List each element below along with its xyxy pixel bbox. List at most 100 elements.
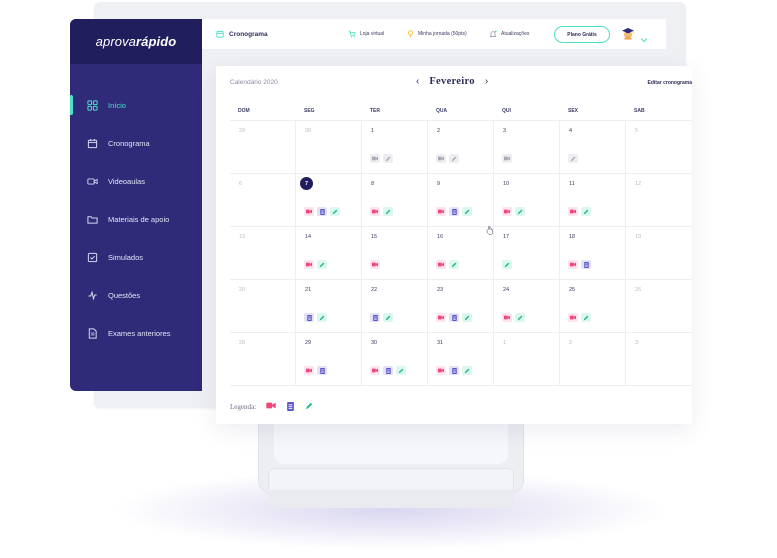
exercise-pencil-icon[interactable] <box>462 313 472 322</box>
calendar-day[interactable]: 11 <box>560 174 626 226</box>
exercise-pencil-icon[interactable] <box>502 260 512 269</box>
video-lesson-icon[interactable] <box>568 207 578 216</box>
calendar-day[interactable]: 9 <box>428 174 494 226</box>
weekday-label: SEX <box>568 108 579 114</box>
study-material-icon[interactable] <box>304 313 314 322</box>
calendar-day[interactable]: 2 <box>428 121 494 173</box>
calendar-day[interactable]: 4 <box>560 121 626 173</box>
exercise-pencil-icon[interactable] <box>383 313 393 322</box>
exercise-pencil-icon[interactable] <box>383 154 393 163</box>
journey-link[interactable]: Minha jornada (50pts) <box>407 30 467 38</box>
exercise-pencil-icon[interactable] <box>515 313 525 322</box>
calendar-day[interactable]: 16 <box>428 227 494 279</box>
avatar[interactable] <box>621 27 635 41</box>
legend-exercise-icon <box>305 402 313 411</box>
exercise-pencil-icon[interactable] <box>462 207 472 216</box>
next-month-button[interactable]: › <box>485 76 488 87</box>
sidebar-item-folder[interactable]: Materiais de apoio <box>70 200 202 238</box>
study-material-icon[interactable] <box>581 260 591 269</box>
study-material-icon[interactable] <box>370 313 380 322</box>
calendar-day[interactable]: 1 <box>362 121 428 173</box>
calendar-day[interactable]: 1 <box>494 333 560 385</box>
edit-schedule-link[interactable]: Editar cronograma <box>648 80 692 86</box>
calendar-day[interactable]: 19 <box>626 227 692 279</box>
calendar-day[interactable]: 24 <box>494 280 560 332</box>
exercise-pencil-icon[interactable] <box>317 313 327 322</box>
exercise-pencil-icon[interactable] <box>515 207 525 216</box>
video-lesson-icon[interactable] <box>370 154 380 163</box>
exercise-pencil-icon[interactable] <box>581 207 591 216</box>
video-lesson-icon[interactable] <box>436 313 446 322</box>
calendar-day[interactable]: 8 <box>362 174 428 226</box>
calendar-day[interactable]: 12 <box>626 174 692 226</box>
calendar-day[interactable]: 30 <box>362 333 428 385</box>
exercise-pencil-icon[interactable] <box>317 260 327 269</box>
sidebar-item-grid[interactable]: Início <box>70 86 202 124</box>
prev-month-button[interactable]: ‹ <box>416 76 419 87</box>
calendar-day[interactable]: 18 <box>560 227 626 279</box>
study-material-icon[interactable] <box>449 313 459 322</box>
calendar-day[interactable]: 22 <box>362 280 428 332</box>
exercise-pencil-icon[interactable] <box>330 207 340 216</box>
calendar-day[interactable]: 31 <box>428 333 494 385</box>
study-material-icon[interactable] <box>383 366 393 375</box>
video-lesson-icon[interactable] <box>568 260 578 269</box>
study-material-icon[interactable] <box>317 366 327 375</box>
calendar-day[interactable]: 29 <box>230 121 296 173</box>
day-number: 10 <box>503 181 510 187</box>
video-lesson-icon[interactable] <box>436 260 446 269</box>
sidebar-item-document[interactable]: Exames anteriores <box>70 314 202 352</box>
chevron-down-icon[interactable] <box>640 30 648 48</box>
store-link[interactable]: Loja virtual <box>348 30 384 38</box>
sidebar-item-checkbox[interactable]: Simulados <box>70 238 202 276</box>
calendar-day[interactable]: 23 <box>428 280 494 332</box>
exercise-pencil-icon[interactable] <box>462 366 472 375</box>
video-lesson-icon[interactable] <box>370 207 380 216</box>
video-lesson-icon[interactable] <box>436 366 446 375</box>
video-lesson-icon[interactable] <box>502 154 512 163</box>
logo[interactable]: aprovarápido <box>96 34 177 49</box>
calendar-day[interactable]: 25 <box>560 280 626 332</box>
calendar-day[interactable]: 10 <box>494 174 560 226</box>
exercise-pencil-icon[interactable] <box>396 366 406 375</box>
free-plan-button[interactable]: Plano Grátis <box>554 26 610 43</box>
exercise-pencil-icon[interactable] <box>449 154 459 163</box>
study-material-icon[interactable] <box>317 207 327 216</box>
calendar-day[interactable]: 29 <box>296 333 362 385</box>
video-lesson-icon[interactable] <box>502 313 512 322</box>
sidebar-item-video[interactable]: Videoaulas <box>70 162 202 200</box>
calendar-day[interactable]: 2 <box>560 333 626 385</box>
exercise-pencil-icon[interactable] <box>449 260 459 269</box>
video-lesson-icon[interactable] <box>370 366 380 375</box>
calendar-day[interactable]: 6 <box>230 174 296 226</box>
video-lesson-icon[interactable] <box>304 260 314 269</box>
calendar-day[interactable]: 17 <box>494 227 560 279</box>
video-lesson-icon[interactable] <box>436 207 446 216</box>
exercise-pencil-icon[interactable] <box>568 154 578 163</box>
calendar-day[interactable]: 21 <box>296 280 362 332</box>
calendar-day[interactable]: 13 <box>230 227 296 279</box>
calendar-day[interactable]: 3 <box>494 121 560 173</box>
video-lesson-icon[interactable] <box>436 154 446 163</box>
video-lesson-icon[interactable] <box>304 207 314 216</box>
calendar-day[interactable]: 28 <box>230 333 296 385</box>
video-lesson-icon[interactable] <box>502 207 512 216</box>
calendar-day[interactable]: 26 <box>626 280 692 332</box>
video-lesson-icon[interactable] <box>304 366 314 375</box>
sidebar-item-calendar[interactable]: Cronograma <box>70 124 202 162</box>
study-material-icon[interactable] <box>449 207 459 216</box>
calendar-day[interactable]: 3 <box>626 333 692 385</box>
calendar-day[interactable]: 14 <box>296 227 362 279</box>
study-material-icon[interactable] <box>449 366 459 375</box>
video-lesson-icon[interactable] <box>370 260 380 269</box>
sidebar-item-bolt[interactable]: Questões <box>70 276 202 314</box>
calendar-day[interactable]: 5 <box>626 121 692 173</box>
calendar-day[interactable]: 15 <box>362 227 428 279</box>
exercise-pencil-icon[interactable] <box>383 207 393 216</box>
calendar-day[interactable]: 20 <box>230 280 296 332</box>
calendar-day[interactable]: 30 <box>296 121 362 173</box>
calendar-day-today[interactable]: 7 <box>296 174 362 226</box>
updates-link[interactable]: Atualizações <box>489 30 529 38</box>
exercise-pencil-icon[interactable] <box>581 313 591 322</box>
video-lesson-icon[interactable] <box>568 313 578 322</box>
